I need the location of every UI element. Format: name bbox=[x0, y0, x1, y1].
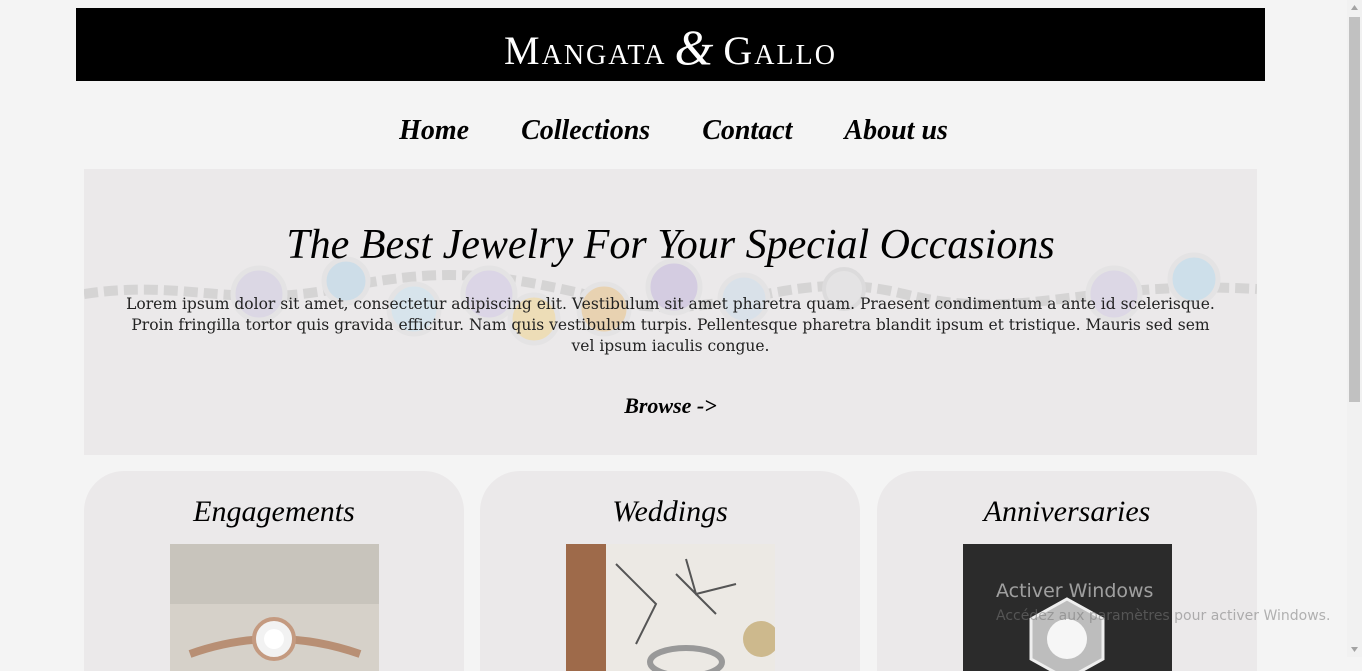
card-anniversaries[interactable]: Anniversaries bbox=[877, 471, 1257, 671]
main-nav: Home Collections Contact About us bbox=[0, 104, 1347, 158]
logo-word-right: Gallo bbox=[723, 27, 837, 73]
scroll-up-icon[interactable] bbox=[1347, 0, 1362, 15]
logo-ampersand: & bbox=[674, 18, 716, 75]
card-engagements[interactable]: Engagements bbox=[84, 471, 464, 671]
card-title: Engagements bbox=[193, 495, 355, 528]
nav-contact[interactable]: Contact bbox=[702, 104, 792, 158]
card-title: Weddings bbox=[612, 495, 728, 528]
card-title: Anniversaries bbox=[983, 495, 1151, 528]
browse-link[interactable]: Browse -> bbox=[84, 393, 1257, 419]
nav-home[interactable]: Home bbox=[399, 104, 469, 158]
header-banner: Mangata & Gallo bbox=[76, 8, 1265, 81]
logo-word-left: Mangata bbox=[504, 27, 667, 73]
engagement-ring-photo bbox=[170, 544, 379, 671]
nav-collections[interactable]: Collections bbox=[521, 104, 650, 158]
scroll-down-icon[interactable] bbox=[1347, 642, 1362, 657]
nav-about-us[interactable]: About us bbox=[844, 104, 948, 158]
card-weddings[interactable]: Weddings bbox=[480, 471, 860, 671]
hero-section: The Best Jewelry For Your Special Occasi… bbox=[84, 169, 1257, 455]
hero-title: The Best Jewelry For Your Special Occasi… bbox=[286, 222, 1055, 268]
hero-description: Lorem ipsum dolor sit amet, consectetur … bbox=[126, 295, 1215, 355]
vertical-scrollbar[interactable] bbox=[1347, 0, 1362, 657]
scrollbar-thumb[interactable] bbox=[1349, 17, 1360, 402]
wedding-rings-photo bbox=[566, 544, 775, 671]
anniversary-ring-photo bbox=[963, 544, 1172, 671]
brand-logo[interactable]: Mangata & Gallo bbox=[504, 18, 837, 76]
